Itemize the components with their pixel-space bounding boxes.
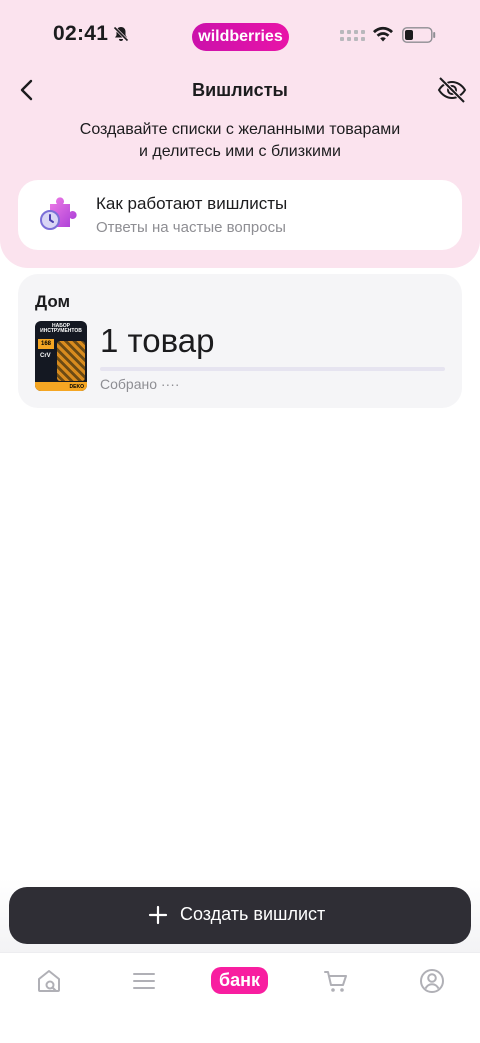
- thumbnail-badge: 168: [38, 339, 54, 349]
- wifi-icon: [373, 26, 393, 42]
- profile-icon[interactable]: [418, 967, 446, 995]
- thumbnail-title: НАБОР ИНСТРУМЕНТОВ: [40, 323, 82, 334]
- info-card-subtitle: Ответы на частые вопросы: [96, 219, 286, 236]
- tab-bar: банк: [0, 952, 480, 1043]
- thumbnail-line: CrV: [40, 353, 51, 359]
- home-search-icon[interactable]: [35, 967, 63, 995]
- nav-bar: Вишлисты: [0, 70, 480, 110]
- create-wishlist-button[interactable]: Создать вишлист: [9, 887, 471, 944]
- status-time: 02:41: [53, 22, 109, 45]
- wishlist-card[interactable]: Дом НАБОР ИНСТРУМЕНТОВ 168 CrV DEKO 1 то…: [18, 274, 462, 408]
- create-wishlist-label: Создать вишлист: [180, 904, 326, 924]
- intro-text: Создавайте списки с желанными товарами и…: [40, 119, 440, 163]
- plus-icon: [148, 905, 168, 925]
- intro-line-1: Создавайте списки с желанными товарами: [79, 121, 401, 138]
- eye-off-icon[interactable]: [436, 75, 468, 105]
- puzzle-clock-icon: [40, 197, 77, 230]
- item-count: 1 товар: [100, 322, 215, 359]
- collected-progress-bar: [100, 367, 445, 371]
- status-bar: 02:41 wildberries: [0, 0, 480, 70]
- brand-logo: wildberries: [192, 23, 289, 51]
- product-thumbnail: НАБОР ИНСТРУМЕНТОВ 168 CrV DEKO: [35, 321, 87, 391]
- cart-icon[interactable]: [322, 967, 350, 995]
- thumbnail-brand: DEKO: [69, 384, 84, 390]
- bank-tab[interactable]: банк: [211, 967, 268, 994]
- info-card-title: Как работают вишлисты: [96, 194, 288, 213]
- cell-signal-icon: [340, 30, 366, 44]
- page-title: Вишлисты: [192, 80, 288, 100]
- catalog-menu-icon[interactable]: [130, 967, 158, 995]
- bell-off-icon: [113, 26, 129, 42]
- intro-line-2: и делитесь ими с близкими: [139, 143, 341, 160]
- wishlist-name: Дом: [35, 292, 71, 311]
- collected-label: Собрано ····: [100, 376, 180, 392]
- thumbnail-tools-graphic: [57, 341, 85, 381]
- how-it-works-card[interactable]: Как работают вишлисты Ответы на частые в…: [18, 180, 462, 250]
- battery-icon: [402, 27, 436, 43]
